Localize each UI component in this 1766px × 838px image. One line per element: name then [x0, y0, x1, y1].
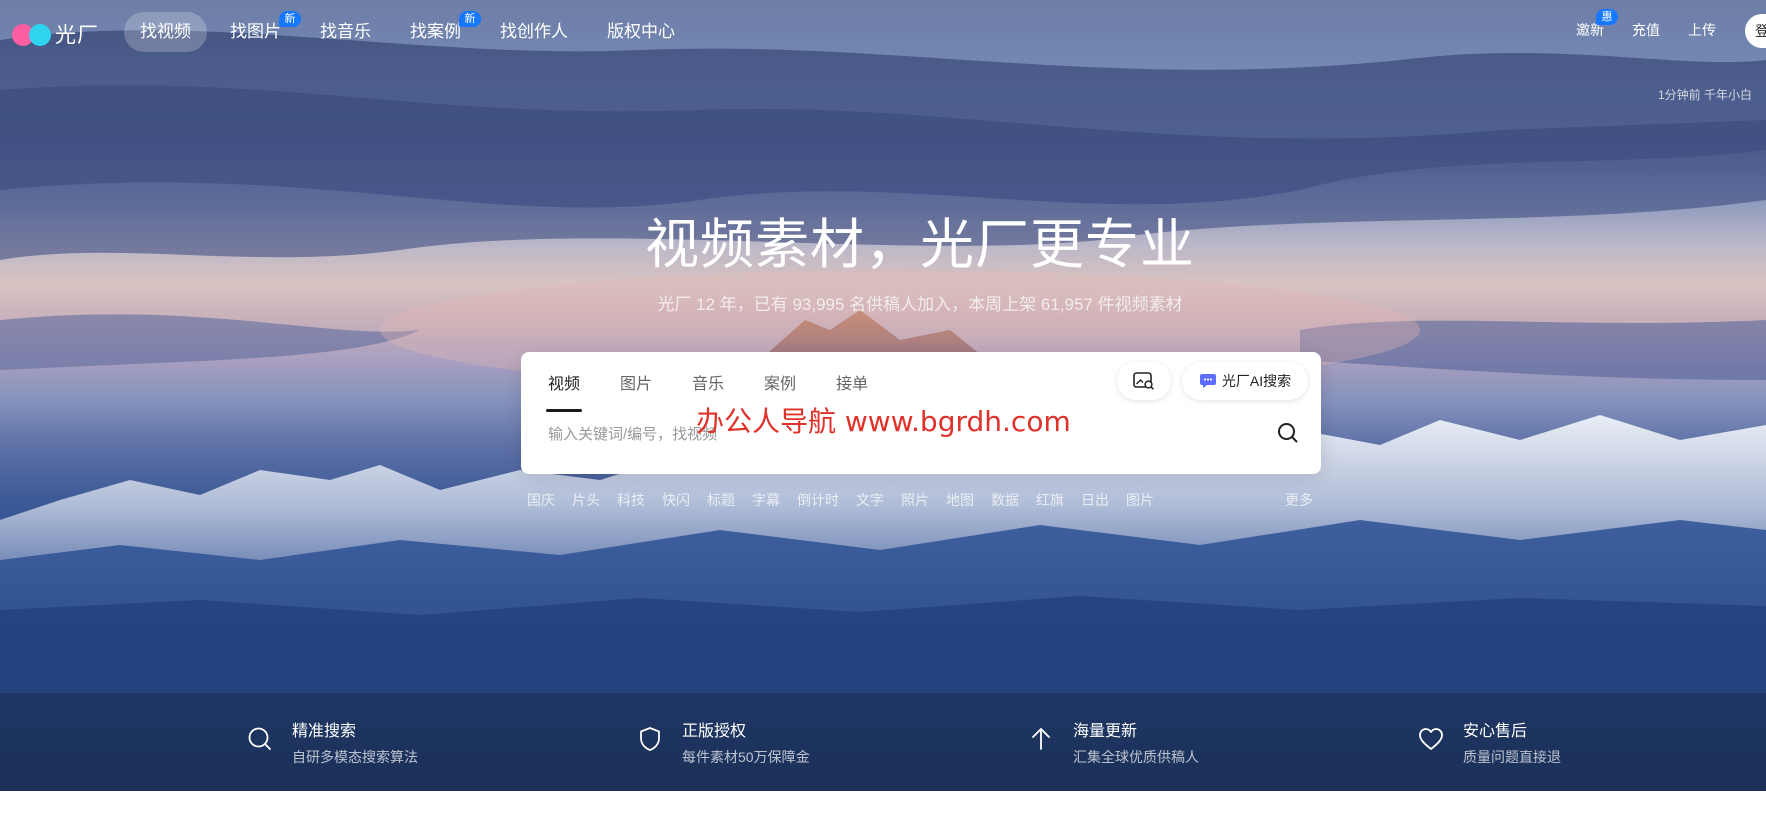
hot-tag[interactable]: 日出: [1081, 490, 1109, 510]
feature-desc: 每件素材50万保障金: [682, 749, 810, 765]
login-button[interactable]: 登: [1745, 14, 1766, 48]
tab-video[interactable]: 视频: [545, 370, 583, 412]
more-tags-link[interactable]: 更多: [1285, 490, 1313, 510]
feature-desc: 自研多模态搜索算法: [292, 749, 418, 765]
hero-background-image: [0, 30, 1766, 693]
image-search-icon: [1133, 372, 1154, 390]
nav-item-find-creator[interactable]: 找创作人: [484, 12, 584, 52]
feature-title: 精准搜索: [292, 723, 357, 740]
hot-tag[interactable]: 快闪: [662, 490, 690, 510]
feature-desc: 汇集全球优质供稿人: [1073, 749, 1199, 765]
nav-item-find-music[interactable]: 找音乐: [304, 12, 387, 52]
hot-tag[interactable]: 片头: [572, 490, 600, 510]
activity-ticker: 1分钟前 千年小白: [1658, 88, 1753, 102]
hot-tag[interactable]: 红旗: [1036, 490, 1064, 510]
hot-tag[interactable]: 科技: [617, 490, 645, 510]
hot-tag[interactable]: 照片: [901, 490, 929, 510]
new-badge: 新: [459, 11, 481, 27]
upload-link[interactable]: 上传: [1688, 20, 1716, 40]
ai-chat-icon: [1199, 374, 1216, 388]
hot-tag[interactable]: 字幕: [752, 490, 780, 510]
hot-tag[interactable]: 标题: [707, 490, 735, 510]
invite-link[interactable]: 邀新惠: [1576, 9, 1618, 40]
new-badge: 新: [279, 11, 301, 27]
nav-item-find-case[interactable]: 找案例新: [394, 11, 481, 52]
feature-title: 海量更新: [1073, 723, 1138, 740]
brand-logo[interactable]: 光厂: [12, 19, 99, 49]
search-icon[interactable]: [1275, 420, 1301, 446]
feature-desc: 质量问题直接退: [1463, 749, 1561, 765]
hot-tag[interactable]: 倒计时: [797, 490, 839, 510]
image-search-button[interactable]: [1117, 362, 1171, 400]
watermark-text: 办公人导航 www.bgrdh.com: [696, 405, 1071, 438]
search-icon: [248, 727, 271, 750]
shield-icon: [640, 727, 660, 751]
logo-mark-icon: [12, 22, 52, 46]
recharge-link[interactable]: 充值: [1632, 20, 1660, 40]
ai-search-button[interactable]: 光厂AI搜索: [1182, 362, 1308, 400]
user-actions: 邀新惠 充值 上传: [1576, 9, 1744, 40]
hot-tag[interactable]: 数据: [991, 490, 1019, 510]
feature-strip: 精准搜索 自研多模态搜索算法 正版授权 每件素材50万保障金 海量更新 汇集全球…: [0, 693, 1766, 791]
hot-tag[interactable]: 文字: [856, 490, 884, 510]
main-menu: 找视频 找图片新 找音乐 找案例新 找创作人 版权中心: [124, 11, 698, 52]
ai-search-label: 光厂AI搜索: [1221, 373, 1292, 389]
arrow-up-icon: [1032, 728, 1050, 750]
discount-badge: 惠: [1596, 9, 1618, 25]
heart-icon: [1419, 728, 1443, 750]
feature-massive-updates: 海量更新 汇集全球优质供稿人: [1027, 717, 1199, 767]
nav-item-find-video[interactable]: 找视频: [124, 12, 207, 52]
feature-precise-search: 精准搜索 自研多模态搜索算法: [246, 717, 418, 767]
feature-after-sales: 安心售后 质量问题直接退: [1417, 717, 1561, 767]
brand-name: 光厂: [55, 24, 99, 47]
hot-tags: 国庆 片头 科技 快闪 标题 字幕 倒计时 文字 照片 地图 数据 红旗 日出 …: [527, 490, 1171, 510]
hero-headline: 视频素材，光厂更专业: [645, 215, 1195, 275]
hero-banner: 光厂 找视频 找图片新 找音乐 找案例新 找创作人 版权中心 邀新惠 充值 上传…: [0, 0, 1766, 693]
hero-subline: 光厂 12 年，已有 93,995 名供稿人加入，本周上架 61,957 件视频…: [657, 295, 1183, 314]
hot-tag[interactable]: 地图: [946, 490, 974, 510]
top-navigation: 光厂 找视频 找图片新 找音乐 找案例新 找创作人 版权中心 邀新惠 充值 上传…: [0, 0, 1766, 102]
nav-item-find-image[interactable]: 找图片新: [214, 11, 301, 52]
feature-title: 安心售后: [1463, 723, 1528, 740]
hot-tag[interactable]: 图片: [1126, 490, 1154, 510]
feature-title: 正版授权: [682, 723, 747, 740]
hot-tag[interactable]: 国庆: [527, 490, 555, 510]
nav-item-copyright-center[interactable]: 版权中心: [591, 12, 691, 52]
feature-licensed: 正版授权 每件素材50万保障金: [636, 717, 810, 767]
tab-image[interactable]: 图片: [620, 370, 652, 412]
